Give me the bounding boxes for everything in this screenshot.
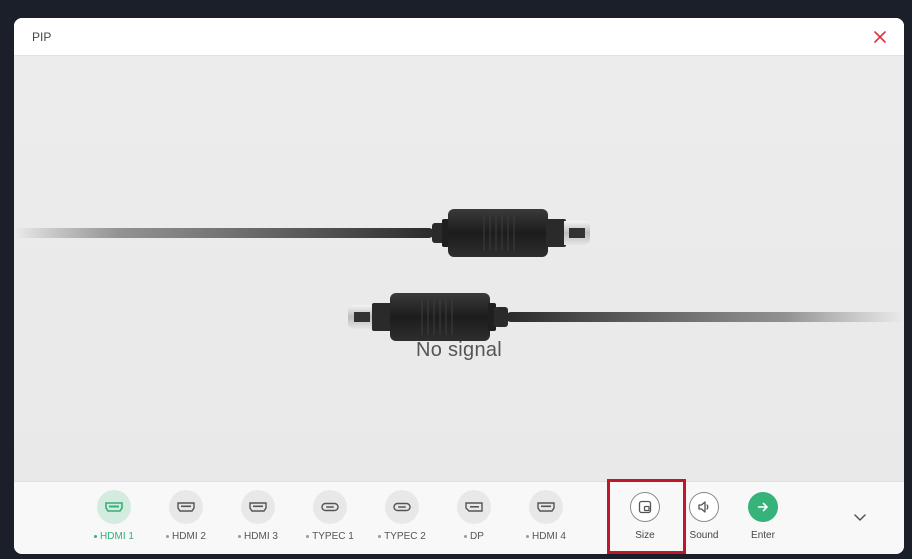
no-signal-message: No signal: [415, 339, 503, 361]
arrow-right-icon: [757, 502, 768, 512]
source-hdmi-1[interactable]: HDMI 1: [79, 490, 149, 550]
chevron-down-icon: [854, 513, 866, 521]
sound-label: Sound: [689, 530, 719, 541]
hdmi-cables-illustration: [14, 209, 904, 341]
source-label: HDMI 4: [532, 531, 566, 542]
source-label: HDMI 1: [100, 531, 134, 542]
size-label: Size: [635, 530, 655, 541]
source-typec-2[interactable]: TYPEC 2: [367, 490, 437, 550]
source-label: HDMI 3: [244, 531, 278, 542]
hdmi-port-icon: [105, 502, 123, 512]
pip-window: PIP No signal HDMI 1 HDMI 2 HDMI 3 TYPEC…: [14, 18, 904, 554]
usb-c-port-icon: [393, 502, 411, 512]
source-hdmi-4[interactable]: HDMI 4: [511, 490, 581, 550]
source-label: TYPEC 2: [384, 531, 426, 542]
source-hdmi-3[interactable]: HDMI 3: [223, 490, 293, 550]
sound-button[interactable]: Sound: [674, 490, 734, 550]
source-label: DP: [470, 531, 484, 542]
source-label: TYPEC 1: [312, 531, 354, 542]
size-button[interactable]: Size: [615, 490, 675, 550]
pip-size-icon: [638, 500, 652, 514]
source-hdmi-1-circle: [97, 490, 131, 524]
speaker-icon: [698, 501, 709, 513]
enter-button[interactable]: Enter: [733, 490, 793, 550]
window-title: PIP: [32, 30, 52, 44]
source-typec-1[interactable]: TYPEC 1: [295, 490, 365, 550]
bottom-toolbar: HDMI 1 HDMI 2 HDMI 3 TYPEC 1 TYPEC 2 DP …: [14, 481, 904, 554]
hdmi-port-icon: [249, 502, 267, 512]
hdmi-port-icon: [177, 502, 195, 512]
close-icon: [874, 31, 886, 43]
source-label: HDMI 2: [172, 531, 206, 542]
displayport-icon: [465, 502, 483, 512]
source-hdmi-2[interactable]: HDMI 2: [151, 490, 221, 550]
usb-c-port-icon: [321, 502, 339, 512]
source-dp[interactable]: DP: [439, 490, 509, 550]
enter-label: Enter: [751, 530, 775, 541]
hdmi-port-icon: [537, 502, 555, 512]
close-button[interactable]: [870, 27, 890, 47]
video-preview: No signal: [14, 57, 904, 481]
expand-button[interactable]: [847, 504, 873, 530]
title-bar: PIP: [14, 18, 904, 56]
